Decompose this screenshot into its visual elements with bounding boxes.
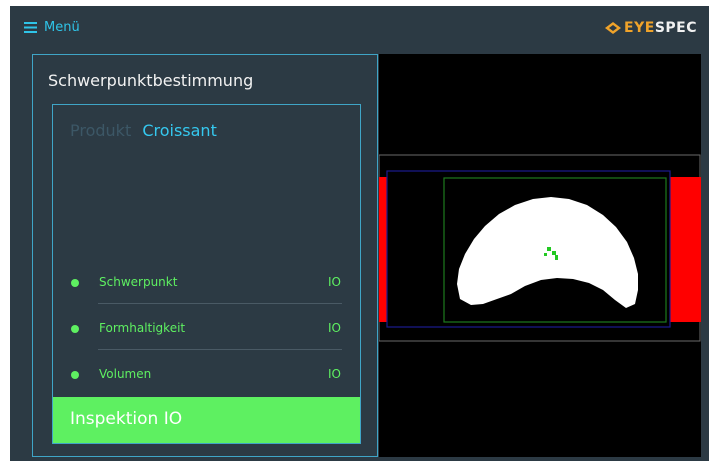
check-status: IO [328, 367, 341, 381]
product-row: Produkt Croissant [70, 121, 217, 140]
inspection-screen: Menü EYE SPEC Schwerpunktbestimmung Prod… [10, 6, 709, 461]
top-bar: Menü EYE SPEC [10, 6, 709, 53]
check-label: Formhaltigkeit [99, 321, 186, 335]
check-row-formhaltigkeit: Formhaltigkeit IO [53, 319, 360, 339]
left-mask [379, 177, 387, 322]
menu-button[interactable]: Menü [24, 20, 80, 35]
status-dot-icon [71, 371, 79, 379]
status-dot-icon [71, 325, 79, 333]
product-label: Produkt [70, 121, 132, 140]
inspection-result-banner: Inspektion IO [53, 397, 360, 443]
logo-text-eye: EYE [624, 20, 655, 36]
camera-image [379, 54, 701, 457]
divider [98, 303, 342, 304]
status-dot-icon [71, 279, 79, 287]
check-status: IO [328, 275, 341, 289]
eyespec-logo: EYE SPEC [605, 20, 697, 36]
camera-view [379, 54, 701, 457]
menu-label: Menü [44, 20, 80, 35]
inspection-panel: Schwerpunktbestimmung Produkt Croissant … [32, 54, 378, 457]
divider [98, 349, 342, 350]
check-row-volumen: Volumen IO [53, 365, 360, 385]
right-mask [670, 177, 701, 322]
check-row-schwerpunkt: Schwerpunkt IO [53, 273, 360, 293]
check-status: IO [328, 321, 341, 335]
check-label: Schwerpunkt [99, 275, 178, 289]
result-box: Produkt Croissant Schwerpunkt IO Formhal… [52, 104, 361, 444]
check-label: Volumen [99, 367, 152, 381]
diamond-logo-icon [605, 22, 622, 34]
panel-title: Schwerpunktbestimmung [48, 71, 254, 90]
inspection-result-text: Inspektion IO [70, 409, 183, 429]
product-value: Croissant [142, 121, 217, 140]
hamburger-icon [24, 22, 37, 33]
logo-text-spec: SPEC [654, 20, 697, 36]
